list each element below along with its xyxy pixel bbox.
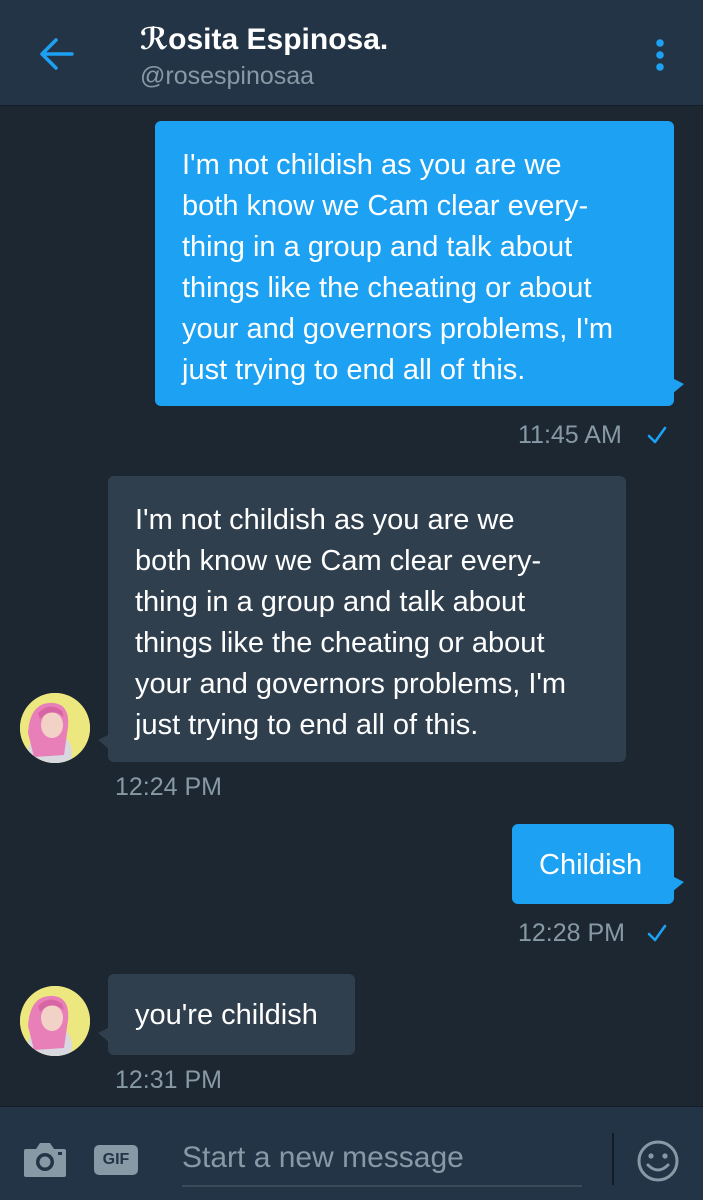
conversation-title[interactable]: ℛosita Espinosa.	[140, 22, 388, 57]
avatar-image	[20, 693, 90, 763]
message-timestamp: 12:28 PM	[518, 919, 626, 947]
sent-message-bubble[interactable]: I'm not childish as you are we both know…	[155, 121, 684, 406]
message-text: Childish	[539, 849, 643, 881]
smiley-icon	[637, 1140, 679, 1182]
message-timestamp: 12:24 PM	[115, 773, 223, 801]
conversation-header: ℛosita Espinosa. @rosespinosaa	[0, 0, 703, 106]
camera-button[interactable]	[22, 1139, 68, 1179]
message-text: I'm not childish as you are we both know…	[182, 149, 614, 386]
checkmark-icon	[647, 426, 667, 444]
bubble-tail	[98, 734, 110, 750]
received-message-bubble[interactable]: you're childish	[98, 974, 355, 1055]
avatar-image	[20, 986, 90, 1056]
compose-bar: GIF	[0, 1106, 703, 1200]
message-text: you're childish	[135, 999, 318, 1031]
avatar[interactable]	[20, 986, 90, 1056]
emoji-button[interactable]	[636, 1139, 680, 1183]
checkmark-icon	[647, 924, 667, 942]
gif-button[interactable]: GIF	[94, 1145, 138, 1175]
compose-divider	[612, 1133, 614, 1185]
avatar[interactable]	[20, 693, 90, 763]
message-input[interactable]	[182, 1131, 582, 1187]
bubble-tail	[672, 378, 684, 394]
sent-message-bubble[interactable]: Childish	[512, 824, 684, 904]
camera-icon	[24, 1143, 66, 1177]
bubble-tail	[672, 876, 684, 892]
received-message-bubble[interactable]: I'm not childish as you are we both know…	[98, 476, 626, 762]
back-button[interactable]	[30, 28, 82, 80]
more-vertical-icon	[656, 39, 664, 71]
arrow-left-icon	[40, 38, 74, 70]
more-options-button[interactable]	[640, 30, 680, 80]
conversation-handle: @rosespinosaa	[140, 62, 315, 90]
message-timestamp: 12:31 PM	[115, 1066, 223, 1094]
message-timestamp: 11:45 AM	[518, 421, 622, 449]
message-text: I'm not childish as you are we both know…	[135, 504, 567, 741]
bubble-tail	[98, 1027, 110, 1043]
